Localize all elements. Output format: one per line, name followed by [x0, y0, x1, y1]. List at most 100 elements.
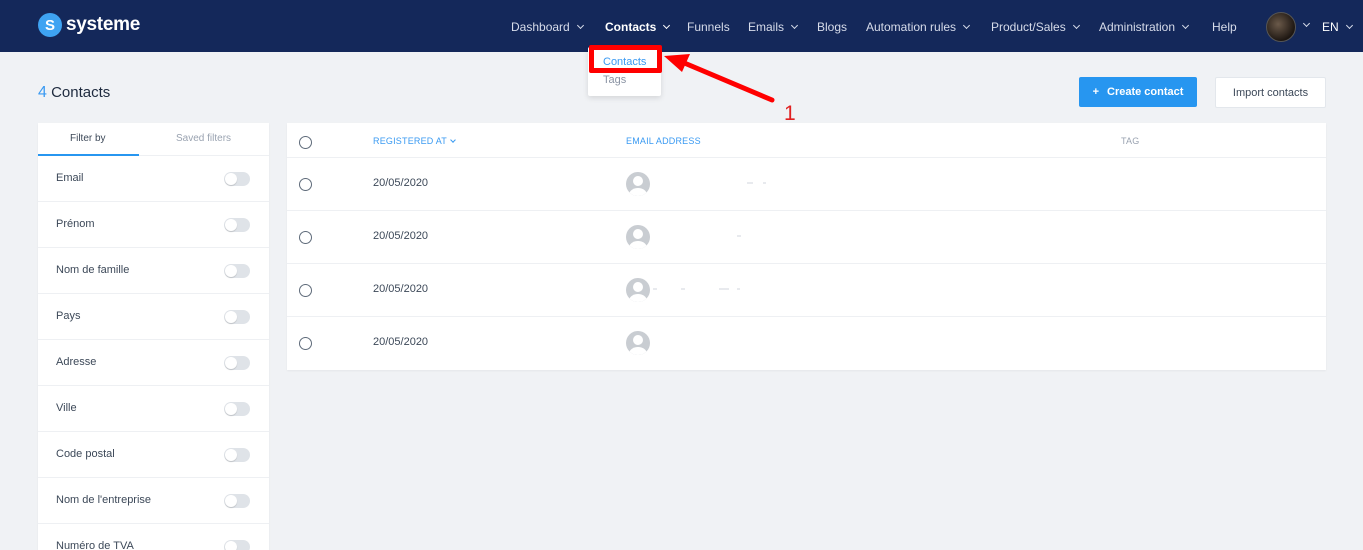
- filter-label: Pays: [56, 310, 81, 322]
- contact-avatar-icon: [626, 331, 650, 355]
- nav-dashboard-label: Dashboard: [511, 20, 570, 34]
- column-email-address[interactable]: EMAIL ADDRESS: [626, 136, 701, 146]
- contact-avatar-icon: [626, 172, 650, 196]
- dropdown-item-tags[interactable]: Tags: [603, 74, 626, 86]
- import-contacts-button[interactable]: Import contacts: [1215, 77, 1326, 108]
- filter-row-prenom: Prénom: [38, 202, 269, 248]
- logo-icon: S: [38, 13, 62, 37]
- nav-administration[interactable]: Administration: [1099, 20, 1190, 34]
- column-registered-at[interactable]: REGISTERED AT: [373, 136, 456, 146]
- filter-row-numero-tva: Numéro de TVA: [38, 524, 269, 550]
- top-navbar: S systeme Dashboard Contacts Funnels Ema…: [0, 0, 1363, 52]
- registered-date: 20/05/2020: [373, 336, 429, 348]
- nav-help[interactable]: Help: [1212, 20, 1237, 34]
- filter-toggle[interactable]: [224, 218, 250, 232]
- redacted-email: [659, 235, 759, 239]
- nav-blogs-label: Blogs: [817, 20, 848, 34]
- chevron-down-icon: [963, 21, 971, 30]
- nav-product-label: Product/Sales: [991, 20, 1066, 34]
- select-all-radio[interactable]: [299, 136, 312, 149]
- page-title: 4 Contacts: [38, 84, 110, 102]
- row-select-radio[interactable]: [299, 231, 312, 244]
- nav-emails[interactable]: Emails: [748, 20, 799, 34]
- nav-dashboard[interactable]: Dashboard: [511, 20, 584, 34]
- filter-row-nom-de-famille: Nom de famille: [38, 248, 269, 294]
- language-label: EN: [1322, 20, 1339, 34]
- create-contact-button[interactable]: + Create contact: [1079, 77, 1197, 107]
- nav-automation-rules[interactable]: Automation rules: [866, 20, 971, 34]
- chevron-down-icon: [1345, 21, 1353, 30]
- registered-date: 20/05/2020: [373, 177, 429, 189]
- nav-administration-label: Administration: [1099, 20, 1176, 34]
- create-contact-label: Create contact: [1107, 86, 1184, 98]
- logo-text: systeme: [66, 14, 140, 35]
- nav-help-label: Help: [1212, 20, 1237, 34]
- column-tag: TAG: [1121, 136, 1140, 146]
- annotation-arrow-icon: [664, 54, 775, 103]
- registered-date: 20/05/2020: [373, 283, 429, 295]
- redacted-email: [653, 288, 759, 292]
- table-row[interactable]: 20/05/2020: [287, 158, 1326, 211]
- row-select-radio[interactable]: [299, 337, 312, 350]
- row-select-radio[interactable]: [299, 284, 312, 297]
- nav-funnels-label: Funnels: [687, 20, 730, 34]
- nav-contacts-label: Contacts: [605, 20, 657, 34]
- table-row[interactable]: 20/05/2020: [287, 211, 1326, 264]
- table-header: REGISTERED AT EMAIL ADDRESS TAG: [287, 123, 1326, 158]
- filter-toggle[interactable]: [224, 402, 250, 416]
- filter-row-ville: Ville: [38, 386, 269, 432]
- page-title-text: Contacts: [51, 84, 111, 101]
- annotation-highlight-box: [589, 45, 662, 73]
- nav-emails-label: Emails: [748, 20, 785, 34]
- filter-toggle[interactable]: [224, 264, 250, 278]
- filter-row-code-postal: Code postal: [38, 432, 269, 478]
- filter-tabs: Filter by Saved filters: [38, 123, 269, 156]
- chevron-down-icon: [1181, 21, 1190, 30]
- nav-funnels[interactable]: Funnels: [687, 20, 730, 34]
- filter-row-nom-entreprise: Nom de l'entreprise: [38, 478, 269, 524]
- chevron-down-icon: [663, 21, 671, 30]
- filter-label: Numéro de TVA: [56, 540, 134, 550]
- tab-filter-by[interactable]: Filter by: [70, 133, 106, 144]
- filter-row-pays: Pays: [38, 294, 269, 340]
- chevron-down-icon: [576, 21, 584, 30]
- nav-blogs[interactable]: Blogs: [817, 20, 847, 34]
- contacts-table: REGISTERED AT EMAIL ADDRESS TAG 20/05/20…: [287, 123, 1326, 370]
- filter-toggle[interactable]: [224, 310, 250, 324]
- filter-toggle[interactable]: [224, 172, 250, 186]
- contact-avatar-icon: [626, 278, 650, 302]
- redacted-email: [659, 182, 766, 186]
- filter-row-email: Email: [38, 156, 269, 202]
- chevron-down-icon: [1302, 19, 1311, 28]
- tab-saved-filters[interactable]: Saved filters: [176, 133, 231, 144]
- table-row[interactable]: 20/05/2020: [287, 264, 1326, 317]
- nav-contacts[interactable]: Contacts: [605, 20, 671, 34]
- filter-label: Nom de famille: [56, 264, 130, 276]
- filter-label: Prénom: [56, 218, 95, 230]
- contact-count: 4: [38, 84, 47, 101]
- chevron-down-icon: [790, 21, 799, 30]
- filter-toggle[interactable]: [224, 448, 250, 462]
- filter-label: Nom de l'entreprise: [56, 494, 152, 506]
- user-avatar[interactable]: [1266, 12, 1296, 42]
- filter-label: Ville: [56, 402, 77, 414]
- contact-avatar-icon: [626, 225, 650, 249]
- chevron-down-icon: [1072, 21, 1080, 30]
- filter-toggle[interactable]: [224, 356, 250, 370]
- filter-panel: Filter by Saved filters Email Prénom Nom…: [38, 123, 269, 550]
- row-select-radio[interactable]: [299, 178, 312, 191]
- filter-label: Email: [56, 172, 84, 184]
- filter-label: Code postal: [56, 448, 115, 460]
- filter-toggle[interactable]: [224, 540, 250, 550]
- nav-product-sales[interactable]: Product/Sales: [991, 20, 1080, 34]
- column-registered-label: REGISTERED AT: [373, 136, 447, 146]
- filter-toggle[interactable]: [224, 494, 250, 508]
- nav-automation-label: Automation rules: [866, 20, 957, 34]
- user-menu-chevron[interactable]: [1296, 18, 1311, 32]
- language-selector[interactable]: EN: [1322, 20, 1353, 34]
- table-row[interactable]: 20/05/2020: [287, 317, 1326, 370]
- filter-label: Adresse: [56, 356, 97, 368]
- systeme-logo[interactable]: S systeme: [38, 13, 140, 37]
- sort-chevron-icon: [450, 137, 456, 143]
- registered-date: 20/05/2020: [373, 230, 429, 242]
